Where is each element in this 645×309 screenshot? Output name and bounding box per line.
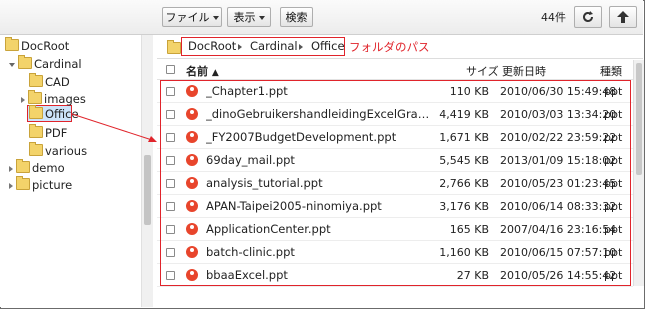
tree-item-label: Cardinal [34, 57, 82, 71]
folder-icon [28, 90, 42, 104]
file-menu-label: ファイル [165, 11, 210, 24]
tree-scrollbar[interactable] [141, 35, 153, 307]
tree-item-label: various [45, 144, 88, 158]
file-list-scrollbar[interactable] [633, 60, 644, 286]
tree-item-label: Office [45, 107, 79, 121]
tree-scrollbar-thumb[interactable] [144, 155, 151, 225]
item-count: 44件 [541, 11, 566, 24]
tree-item-label: PDF [45, 126, 68, 140]
column-header-size[interactable]: サイズ [466, 63, 499, 79]
refresh-button[interactable] [574, 6, 602, 28]
column-header-name-label: 名前 [186, 65, 208, 78]
folder-icon [29, 124, 43, 138]
sort-ascending-icon: ▲ [211, 68, 219, 78]
search-button[interactable]: 検索 [280, 7, 313, 27]
tree-item-label: CAD [45, 75, 70, 89]
chevron-down-icon [212, 16, 219, 20]
view-menu-label: 表示 [233, 11, 256, 24]
toolbar: ファイル 表示 検索 44件 [0, 0, 643, 35]
tree-item-docroot[interactable]: DocRoot [5, 37, 70, 54]
breadcrumb-separator-icon [299, 44, 303, 50]
tree-item-various[interactable]: various [29, 142, 88, 159]
file-list-header [157, 60, 633, 80]
breadcrumb-separator-icon [238, 44, 242, 50]
folder-icon [5, 37, 19, 51]
column-header-type[interactable]: 種類 [600, 63, 622, 79]
tree-item-cardinal[interactable]: Cardinal [9, 55, 82, 72]
view-menu-button[interactable]: 表示 [227, 7, 271, 27]
breadcrumb-item-cardinal[interactable]: Cardinal [250, 39, 298, 53]
folder-path-annotation: フォルダのパス [349, 40, 430, 54]
select-all-checkbox[interactable] [166, 65, 175, 74]
tree-item-demo[interactable]: demo [9, 159, 65, 176]
folder-icon [16, 159, 30, 173]
up-folder-button[interactable] [609, 6, 637, 28]
folder-icon [29, 142, 43, 156]
expand-right-icon[interactable] [9, 182, 13, 189]
tree-item-picture[interactable]: picture [9, 176, 73, 193]
folder-icon [29, 73, 43, 87]
file-list-highlight [160, 80, 631, 286]
expand-right-icon[interactable] [9, 165, 13, 172]
expand-down-icon[interactable] [9, 62, 15, 67]
breadcrumb-item-office[interactable]: Office [311, 39, 345, 53]
file-list-scrollbar-thumb[interactable] [636, 63, 642, 175]
tree-item-label: demo [32, 161, 65, 175]
tree-item-cad[interactable]: CAD [29, 73, 70, 90]
chevron-down-icon [258, 16, 265, 20]
tree-item-pdf[interactable]: PDF [29, 124, 68, 141]
tree-item-label: images [44, 92, 86, 106]
folder-icon [29, 105, 43, 119]
folder-icon [16, 176, 30, 190]
up-arrow-icon [617, 11, 629, 23]
refresh-icon [583, 11, 593, 22]
tree-item-office[interactable]: Office [29, 105, 79, 122]
expand-right-icon[interactable] [21, 96, 25, 103]
folder-icon [167, 40, 181, 54]
breadcrumb-item-docroot[interactable]: DocRoot [188, 39, 236, 53]
tree-item-label: picture [32, 178, 73, 192]
column-header-name[interactable]: 名前 ▲ [186, 63, 219, 79]
folder-icon [18, 55, 32, 69]
tree-item-label: DocRoot [21, 39, 70, 53]
file-menu-button[interactable]: ファイル [162, 7, 222, 27]
column-header-updated[interactable]: 更新日時 [502, 63, 546, 79]
